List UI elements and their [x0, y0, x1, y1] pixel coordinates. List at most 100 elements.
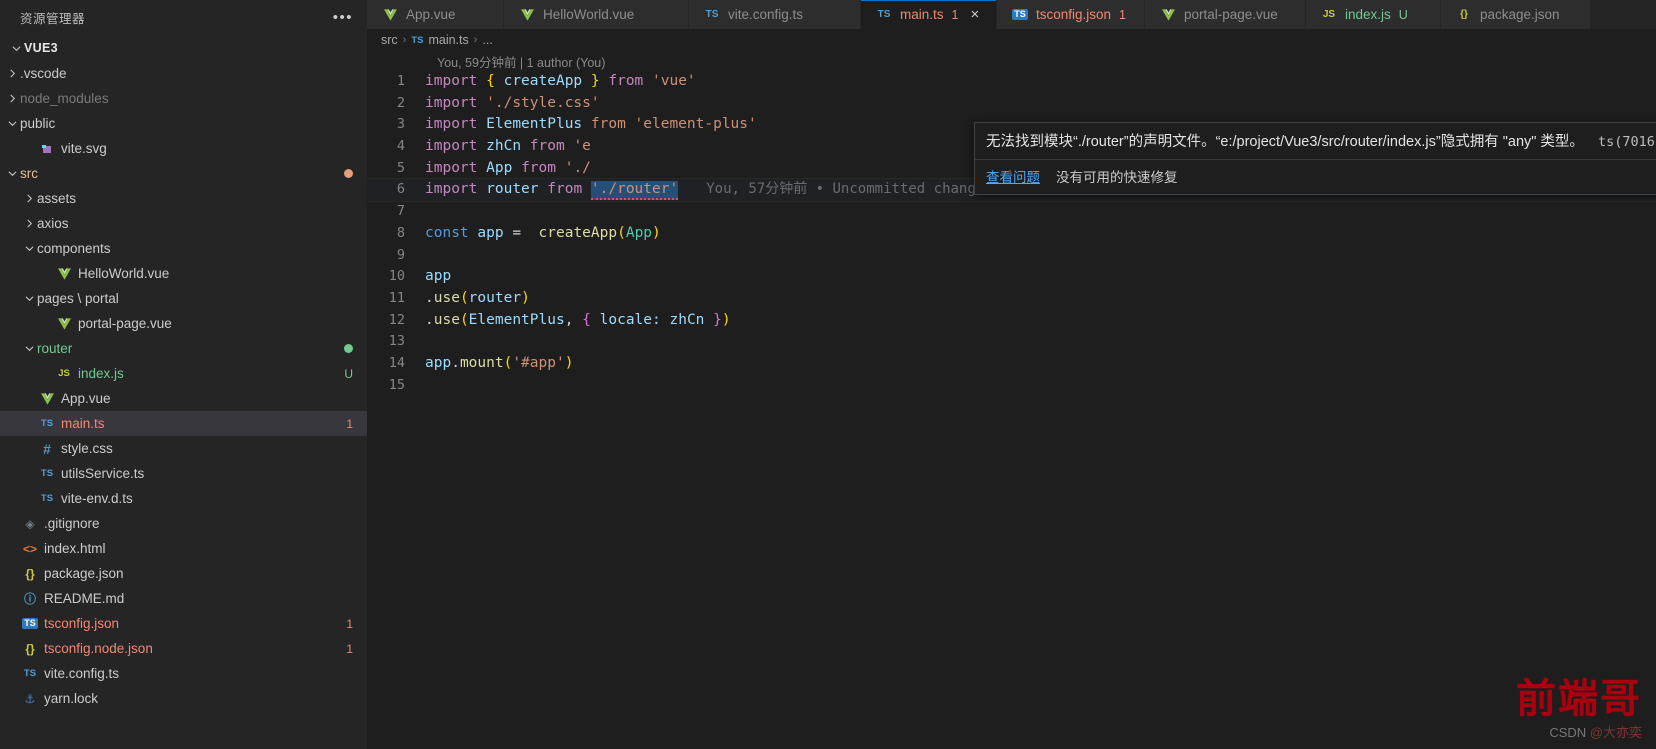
json-file-icon: {} — [1460, 9, 1468, 20]
line-number: 1 — [396, 73, 405, 89]
code-token: ( — [459, 289, 469, 306]
tree-item-tsconfig.json[interactable]: TS tsconfig.json 1 — [0, 611, 367, 636]
tree-item-components[interactable]: components — [0, 236, 367, 261]
tree-item-public[interactable]: public — [0, 111, 367, 136]
code-line[interactable]: 12 .use(ElementPlus, { locale: zhCn }) — [367, 310, 1656, 332]
tree-item-src[interactable]: src — [0, 161, 367, 186]
code-line[interactable]: 15 — [367, 375, 1656, 397]
vue-file-icon — [1158, 8, 1178, 21]
code-token: ElementPlus — [468, 311, 565, 328]
line-number: 9 — [396, 246, 405, 263]
code-token: use — [433, 289, 460, 306]
vue-file-icon — [37, 392, 57, 405]
tree-item-tsconfig.node.json[interactable]: {} tsconfig.node.json 1 — [0, 636, 367, 661]
code-token: . — [451, 354, 460, 371]
json-file-icon: {} — [25, 566, 35, 581]
code-line[interactable]: 7 — [367, 201, 1656, 223]
js-file-icon: JS — [1322, 9, 1336, 20]
code-line[interactable]: 9 — [367, 245, 1656, 267]
breadcrumb-file[interactable]: main.ts — [428, 33, 468, 47]
tab-portal-page.vue[interactable]: portal-page.vue — [1145, 0, 1306, 29]
error-hover-tooltip: 无法找到模块“./router”的声明文件。“e:/project/Vue3/s… — [974, 122, 1656, 195]
tab-main.ts[interactable]: TS main.ts 1 × — [861, 0, 997, 29]
tree-item-pages-portal[interactable]: pages \ portal — [0, 286, 367, 311]
tab-tsconfig.json[interactable]: TS tsconfig.json 1 — [997, 0, 1145, 29]
breadcrumb-symbols[interactable]: ... — [482, 33, 492, 47]
chevron-down-icon — [21, 294, 37, 303]
tree-item-readme.md[interactable]: ⓘ README.md — [0, 586, 367, 611]
tab-label: vite.config.ts — [728, 7, 804, 22]
tree-item-vite.svg[interactable]: vite.svg — [0, 136, 367, 161]
code-token: { — [486, 73, 495, 89]
tab-index.js[interactable]: JS index.js U — [1306, 0, 1441, 29]
tree-item-assets[interactable]: assets — [0, 186, 367, 211]
code-line[interactable]: 13 — [367, 331, 1656, 353]
code-line[interactable]: 11 .use(router) — [367, 288, 1656, 310]
code-editor[interactable]: 1 import { createApp } from 'vue' 2 import … — [367, 71, 1656, 396]
tab-vite.config.ts[interactable]: TS vite.config.ts — [689, 0, 861, 29]
tree-item-label: router — [37, 341, 73, 356]
tree-item-main.ts[interactable]: TS main.ts 1 — [0, 411, 367, 436]
tree-item-vite.config.ts[interactable]: TS vite.config.ts — [0, 661, 367, 686]
code-token: router — [468, 289, 522, 306]
tab-helloworld.vue[interactable]: HelloWorld.vue — [504, 0, 689, 29]
tree-item-router[interactable]: router — [0, 336, 367, 361]
code-token: import — [425, 94, 478, 111]
tab-close-icon[interactable]: × — [970, 7, 979, 22]
line-number: 15 — [388, 376, 405, 393]
tree-item-utilsservice.ts[interactable]: TS utilsService.ts — [0, 461, 367, 486]
view-problem-link[interactable]: 查看问题 — [986, 166, 1040, 186]
tree-item-helloworld.vue[interactable]: HelloWorld.vue — [0, 261, 367, 286]
code-token: app — [425, 268, 452, 285]
tree-item-.gitignore[interactable]: ◈ .gitignore — [0, 511, 367, 536]
tab-app.vue[interactable]: App.vue — [367, 0, 504, 29]
tree-item-style.css[interactable]: # style.css — [0, 436, 367, 461]
code-line[interactable]: 14 app.mount('#app') — [367, 353, 1656, 375]
ts-file-icon: TS — [23, 668, 37, 679]
tree-item-yarn.lock[interactable]: ⚓ yarn.lock — [0, 686, 367, 711]
breadcrumb: src › TS main.ts › ... — [367, 29, 1656, 51]
tree-item-vite-env.d.ts[interactable]: TS vite-env.d.ts — [0, 486, 367, 511]
tree-item-label: index.html — [44, 541, 106, 556]
code-line[interactable]: 2 import './style.css' — [367, 93, 1656, 115]
tab-label: tsconfig.json — [1036, 7, 1112, 22]
explorer-header: 资源管理器 ••• — [0, 0, 367, 35]
code-token: router — [486, 181, 539, 198]
tree-item-node-modules[interactable]: node_modules — [0, 86, 367, 111]
code-token: createApp — [538, 224, 618, 241]
tree-item-label: HelloWorld.vue — [78, 266, 170, 281]
tree-item-.vscode[interactable]: .vscode — [0, 61, 367, 86]
code-text: .use(ElementPlus, { locale: zhCn }) — [425, 310, 731, 332]
tree-item-portal-page.vue[interactable]: portal-page.vue — [0, 311, 367, 336]
tab-badge: U — [1398, 7, 1408, 22]
tree-item-index.html[interactable]: <> index.html — [0, 536, 367, 561]
tree-item-label: main.ts — [61, 416, 105, 431]
tree-item-label: vite.config.ts — [44, 666, 120, 681]
no-quickfix-label: 没有可用的快速修复 — [1056, 170, 1178, 185]
code-token: app — [425, 354, 452, 371]
code-line[interactable]: 8 const app = createApp(App) — [367, 223, 1656, 245]
tree-item-label: axios — [37, 216, 69, 231]
tab-label: package.json — [1480, 7, 1560, 22]
tree-item-package.json[interactable]: {} package.json — [0, 561, 367, 586]
tree-item-index.js[interactable]: JS index.js U — [0, 361, 367, 386]
code-token: . — [425, 289, 434, 306]
tree-item-label: .vscode — [20, 66, 67, 81]
code-line[interactable]: 10 app — [367, 266, 1656, 288]
editor-tabbar: App.vue HelloWorld.vue TS vite.config.ts TS m… — [367, 0, 1656, 29]
tree-item-label: assets — [37, 191, 77, 206]
tab-package.json[interactable]: {} package.json — [1441, 0, 1591, 29]
workspace-root-row[interactable]: VUE3 — [0, 35, 367, 61]
tree-item-app.vue[interactable]: App.vue — [0, 386, 367, 411]
ts-file-icon: TS — [411, 34, 424, 46]
svg-file-icon — [37, 143, 57, 155]
ellipsis-icon[interactable]: ••• — [333, 10, 353, 25]
breadcrumb-root[interactable]: src — [381, 33, 398, 47]
code-text: import zhCn from 'e — [425, 136, 591, 158]
code-line[interactable]: 1 import { createApp } from 'vue' — [367, 71, 1656, 93]
tree-item-axios[interactable]: axios — [0, 211, 367, 236]
code-token: import — [425, 138, 478, 155]
ts-file-icon: TS — [40, 468, 54, 479]
chevron-right-icon — [4, 94, 20, 103]
